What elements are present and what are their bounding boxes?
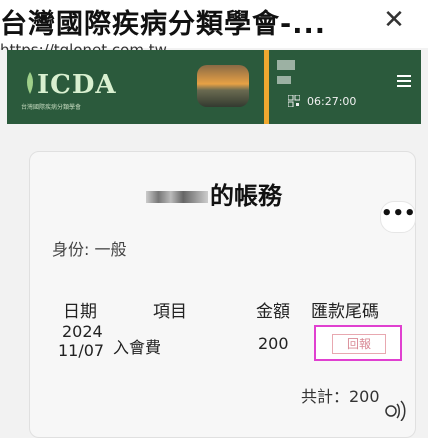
row-date-day: 11/07 <box>58 341 105 360</box>
column-header-amount: 金額 <box>256 302 290 322</box>
banner-time: 06:27:00 <box>307 95 357 108</box>
row-amount: 200 <box>258 334 289 353</box>
banner-photo <box>197 65 249 107</box>
remittance-cell: 回報 <box>314 325 402 361</box>
more-options-button[interactable]: ••• <box>380 201 416 233</box>
site-logo[interactable]: ICDA 台灣國際疾病分類學會 <box>21 58 131 116</box>
column-header-item: 項目 <box>153 302 187 322</box>
total-amount: 共計：200 <box>301 387 380 406</box>
logo-text: ICDA <box>37 70 117 100</box>
redacted-name <box>146 191 208 203</box>
url-text[interactable]: https://tglonet.com.tw <box>0 36 360 50</box>
accent-divider <box>264 50 269 124</box>
account-title: 的帳務 <box>0 176 428 211</box>
redacted-text <box>277 76 291 84</box>
logo-subtext: 台灣國際疾病分類學會 <box>21 104 82 111</box>
close-button[interactable]: ✕ <box>378 4 410 36</box>
sound-icon[interactable] <box>383 395 409 421</box>
row-date-year: 2024 <box>62 322 103 341</box>
row-item: 入會費 <box>113 338 162 357</box>
column-header-date: 日期 <box>63 302 97 322</box>
browser-top-bar: 台灣國際疾病分類學會-... https://tglonet.com.tw ✕ <box>0 0 428 50</box>
qr-code-icon <box>288 95 300 107</box>
redacted-text <box>277 60 295 70</box>
site-banner: ICDA 台灣國際疾病分類學會 06:27:00 <box>7 50 421 124</box>
report-button[interactable]: 回報 <box>332 334 386 354</box>
identity-label: 身份: 一般 <box>52 240 127 259</box>
leaf-icon <box>27 72 33 94</box>
column-header-remittance: 匯款尾碼 <box>311 302 379 322</box>
account-title-suffix: 的帳務 <box>210 182 282 210</box>
menu-icon[interactable] <box>397 75 411 87</box>
